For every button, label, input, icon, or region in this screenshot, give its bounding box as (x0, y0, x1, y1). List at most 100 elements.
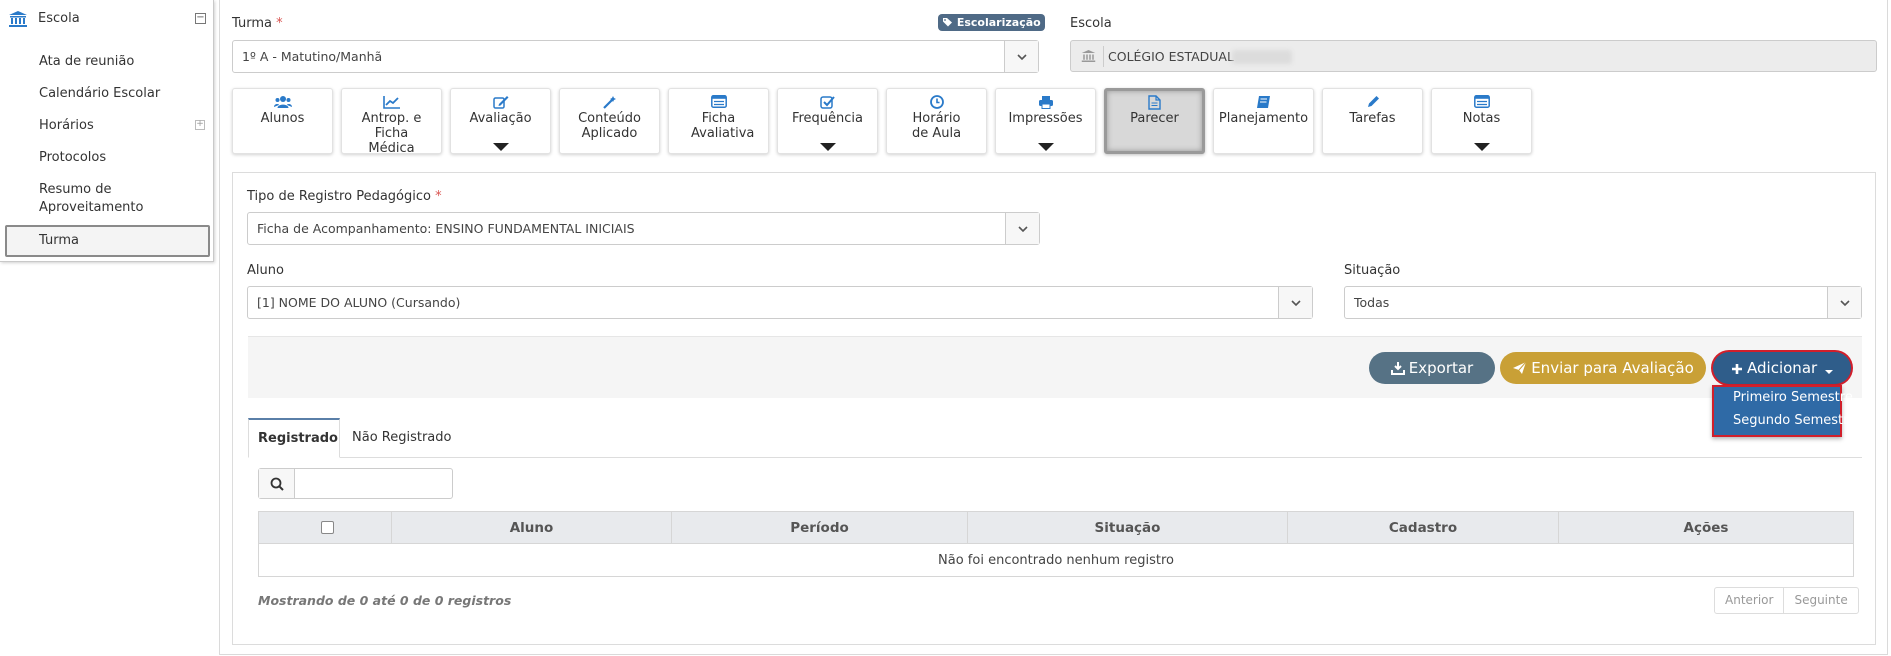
search-field[interactable] (258, 468, 453, 499)
document-icon (1148, 95, 1161, 110)
list-window-icon (1473, 95, 1490, 108)
plus-icon (1732, 364, 1743, 374)
column-acoes: Ações (1683, 520, 1729, 536)
caret-down-icon (1824, 370, 1833, 374)
turma-label: Turma * (232, 16, 283, 31)
tile-label: Ficha Avaliativa (691, 111, 755, 141)
tile-planejamento[interactable]: Planejamento (1213, 88, 1314, 154)
paper-plane-icon (1513, 361, 1527, 374)
magic-wand-icon (602, 96, 616, 109)
tile-notas[interactable]: Notas (1431, 88, 1532, 154)
edit-icon (492, 96, 508, 109)
situacao-select[interactable]: Todas (1344, 286, 1862, 319)
printer-icon (1038, 96, 1053, 109)
records-table: Aluno Período Situação Cadastro Ações Nã… (258, 511, 1854, 577)
caret-down-icon (492, 143, 509, 151)
sidebar-item-resumo[interactable]: Resumo de Aproveitamento (39, 181, 159, 217)
tile-label: Planejamento (1218, 111, 1309, 126)
chevron-down-icon[interactable] (1827, 287, 1861, 318)
column-aluno[interactable]: Aluno (392, 512, 672, 544)
tipo-registro-value: Ficha de Acompanhamento: ENSINO FUNDAMEN… (257, 221, 635, 236)
bank-icon (1081, 50, 1096, 62)
column-periodo[interactable]: Período (672, 512, 968, 544)
next-page-button[interactable]: Seguinte (1783, 588, 1857, 613)
column-cadastro[interactable]: Cadastro (1288, 512, 1559, 544)
sidebar-item-turma[interactable]: Turma (5, 225, 210, 257)
select-all-checkbox[interactable] (321, 521, 334, 534)
escolarizacao-badge: Escolarização (938, 14, 1045, 31)
prev-page-button[interactable]: Anterior (1715, 588, 1783, 613)
sidebar-header-label: Escola (38, 11, 80, 26)
aluno-select[interactable]: [1] NOME DO ALUNO (Cursando) (247, 286, 1313, 319)
tile-label: Notas (1462, 111, 1501, 126)
chevron-down-icon[interactable] (1005, 213, 1039, 244)
tile-label: Alunos (260, 111, 305, 126)
tab-registrado[interactable]: Registrado (248, 418, 340, 458)
escola-label: Escola (1070, 16, 1112, 31)
empty-message: Não foi encontrado nenhum registro (938, 553, 1174, 568)
tile-conteudo[interactable]: Conteúdo Aplicado (559, 88, 660, 154)
tipo-registro-label: Tipo de Registro Pedagógico * (247, 189, 442, 204)
sidebar-header[interactable]: Escola − (0, 6, 212, 32)
add-button[interactable]: Adicionar (1713, 352, 1851, 384)
book-icon (1257, 96, 1270, 108)
tile-tarefas[interactable]: Tarefas (1322, 88, 1423, 154)
turma-select-value: 1º A - Matutino/Manhã (242, 49, 383, 64)
download-icon (1390, 362, 1405, 375)
tile-label: Avaliação (469, 111, 532, 126)
search-icon (259, 469, 295, 498)
chart-line-icon (382, 96, 400, 109)
caret-down-icon (1473, 143, 1490, 151)
redacted-text (1232, 50, 1292, 64)
tile-label: Conteúdo Aplicado (578, 111, 641, 141)
tile-label: Horário de Aula (911, 111, 962, 141)
situacao-label: Situação (1344, 263, 1401, 278)
situacao-value: Todas (1354, 295, 1390, 310)
tile-avaliacao[interactable]: Avaliação (450, 88, 551, 154)
tile-label: Frequência (791, 111, 864, 126)
tile-horario[interactable]: Horário de Aula (886, 88, 987, 154)
bank-icon (9, 11, 27, 27)
tab-bar: Registrado Não Registrado (248, 418, 1862, 458)
menu-item-primeiro-semestre[interactable]: Primeiro Semestre (1733, 390, 1853, 405)
chevron-down-icon[interactable] (1278, 287, 1312, 318)
sidebar-item-horarios[interactable]: Horários (39, 117, 94, 135)
collapse-icon[interactable]: − (195, 13, 206, 24)
tile-label: Antrop. e Ficha Médica (361, 111, 422, 156)
tile-antropometria[interactable]: Antrop. e Ficha Médica (341, 88, 442, 156)
tag-icon (943, 18, 952, 27)
tile-alunos[interactable]: Alunos (232, 88, 333, 154)
export-button[interactable]: Exportar (1369, 352, 1495, 384)
tab-nao-registrado[interactable]: Não Registrado (352, 430, 451, 445)
tile-impressoes[interactable]: Impressões (995, 88, 1096, 154)
send-evaluation-button[interactable]: Enviar para Avaliação (1500, 352, 1706, 384)
list-window-icon (710, 95, 727, 108)
tile-label: Tarefas (1349, 111, 1396, 126)
tile-ficha-avaliativa[interactable]: Ficha Avaliativa (668, 88, 769, 154)
tipo-registro-select[interactable]: Ficha de Acompanhamento: ENSINO FUNDAMEN… (247, 212, 1040, 245)
caret-down-icon (1037, 143, 1054, 151)
users-icon (273, 96, 292, 108)
expand-icon[interactable]: + (195, 120, 205, 130)
pagination: Anterior Seguinte (1714, 587, 1859, 614)
tile-frequencia[interactable]: Frequência (777, 88, 878, 154)
sidebar-item-ata[interactable]: Ata de reunião (39, 53, 134, 71)
column-situacao[interactable]: Situação (968, 512, 1288, 544)
clock-icon (929, 95, 944, 109)
check-square-icon (820, 96, 835, 109)
sidebar-item-calendario[interactable]: Calendário Escolar (39, 85, 160, 103)
caret-down-icon (819, 143, 836, 151)
sidebar-item-protocolos[interactable]: Protocolos (39, 149, 106, 167)
tile-parecer[interactable]: Parecer (1104, 88, 1205, 154)
chevron-down-icon[interactable] (1004, 41, 1038, 72)
escola-field: COLÉGIO ESTADUAL (1070, 40, 1877, 72)
table-header: Aluno Período Situação Cadastro Ações (259, 512, 1853, 544)
aluno-label: Aluno (247, 263, 284, 278)
table-info: Mostrando de 0 até 0 de 0 registros (258, 593, 512, 608)
pencil-icon (1367, 96, 1379, 107)
turma-select[interactable]: 1º A - Matutino/Manhã (232, 40, 1039, 73)
select-all-cell (259, 512, 392, 544)
sidebar: Escola − Ata de reunião Calendário Escol… (0, 0, 214, 262)
escola-value: COLÉGIO ESTADUAL (1108, 49, 1234, 64)
tile-label: Parecer (1130, 111, 1179, 126)
